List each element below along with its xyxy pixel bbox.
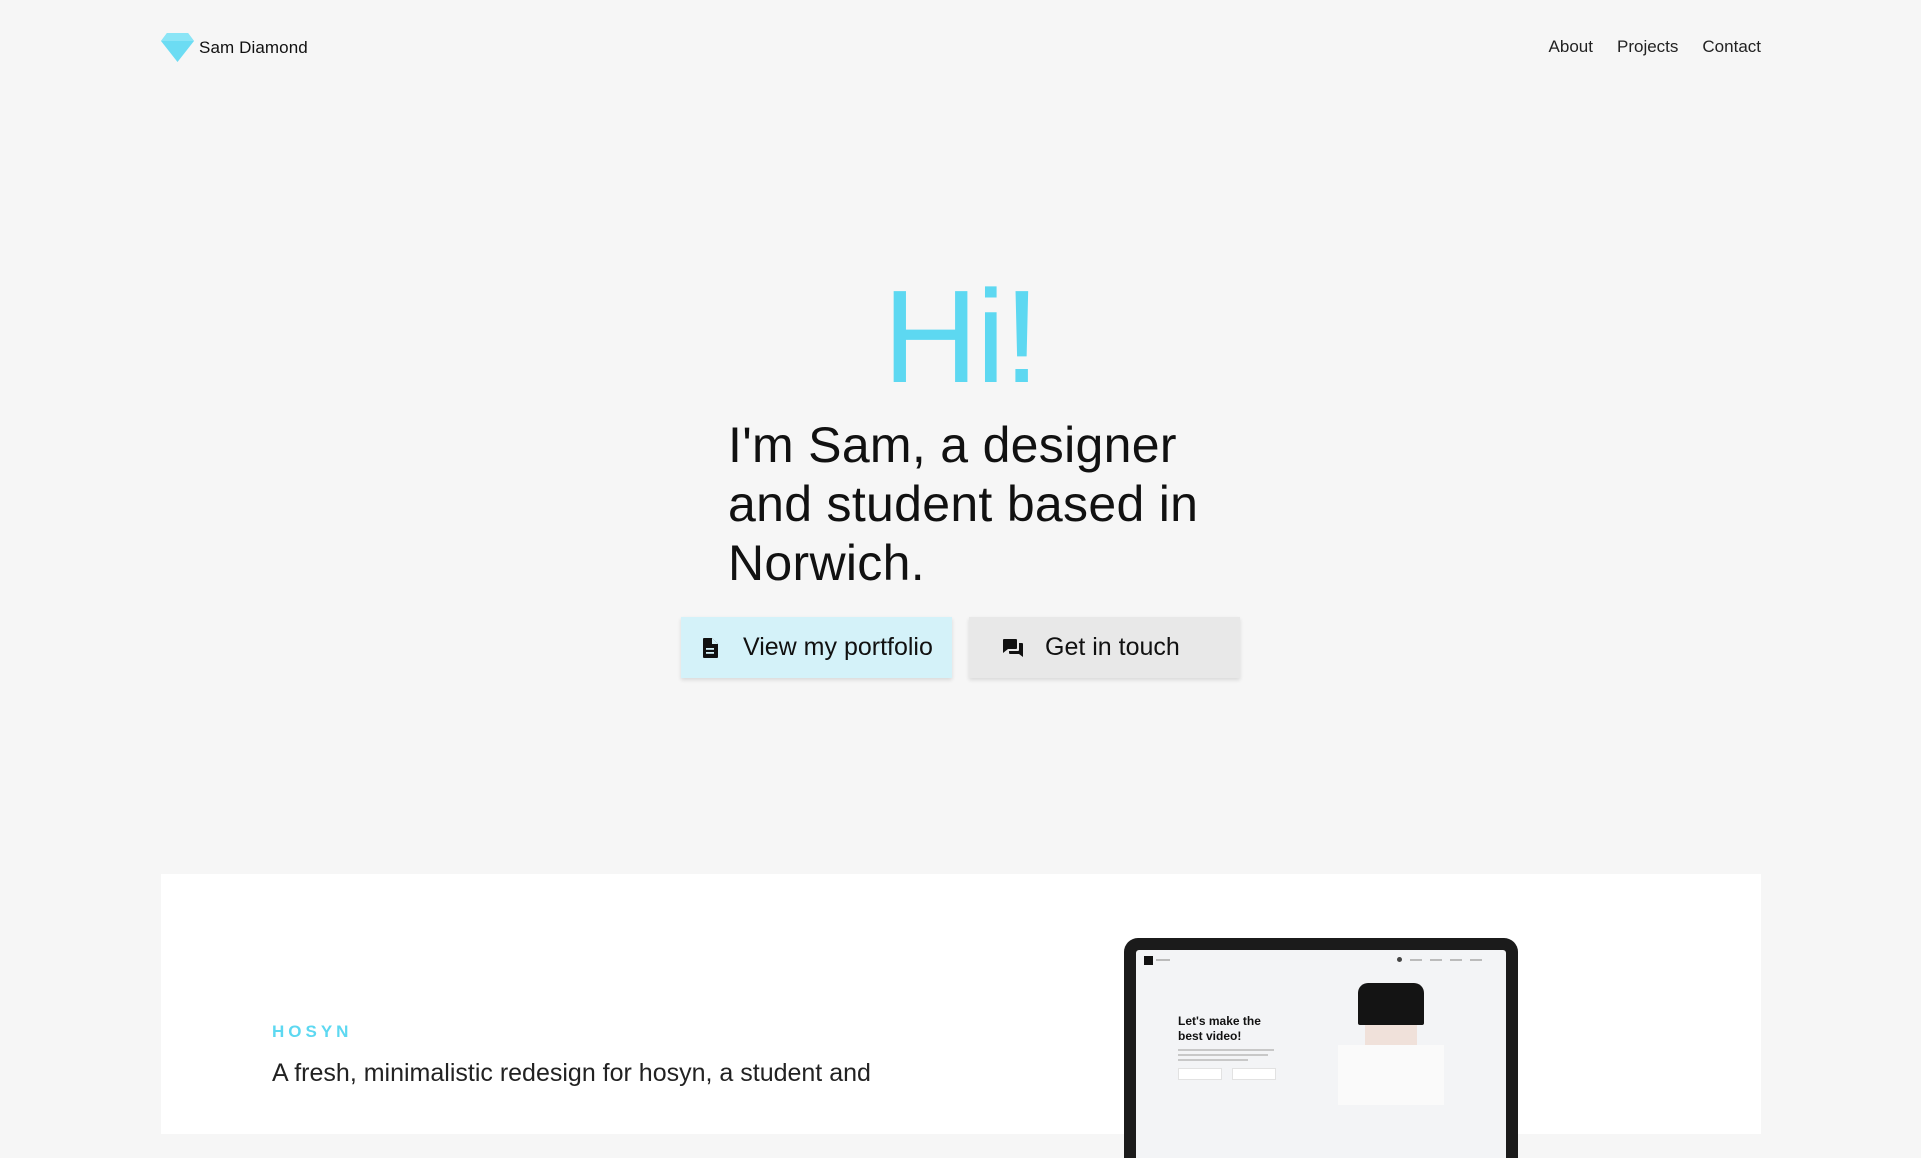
brand-name: Sam Diamond <box>199 38 308 57</box>
chat-icon <box>1003 638 1023 657</box>
get-in-touch-label: Get in touch <box>1045 633 1180 661</box>
nav-contact[interactable]: Contact <box>1702 37 1761 57</box>
view-portfolio-button[interactable]: View my portfolio <box>681 617 952 678</box>
hero-greeting: Hi! <box>882 263 1040 410</box>
mockup-button <box>1232 1068 1276 1080</box>
mockup-text-line <box>1178 1049 1274 1051</box>
mockup-buttons <box>1178 1068 1276 1080</box>
mockup-nav <box>1397 957 1482 962</box>
mockup-avatar-image <box>1338 983 1444 1105</box>
mockup-nav-item <box>1410 958 1422 961</box>
avatar-hair <box>1358 983 1424 1025</box>
view-portfolio-label: View my portfolio <box>743 633 933 661</box>
project-description: A fresh, minimalistic redesign for hosyn… <box>272 1059 871 1087</box>
mockup-logo-icon <box>1144 956 1153 965</box>
mockup-button <box>1178 1068 1222 1080</box>
document-icon <box>703 637 718 658</box>
nav-about[interactable]: About <box>1549 37 1593 57</box>
hero-intro: I'm Sam, a designer and student based in… <box>728 417 1199 591</box>
project-tag: HOSYN <box>272 1022 353 1041</box>
hero-actions: View my portfolio Get in touch <box>681 617 1240 678</box>
get-in-touch-button[interactable]: Get in touch <box>969 617 1240 678</box>
mockup-nav-item <box>1450 958 1462 961</box>
mockup-text-line <box>1178 1054 1268 1056</box>
site-header: Sam Diamond About Projects Contact <box>0 0 1921 96</box>
diamond-icon <box>161 33 194 62</box>
mockup-screen: Let's make the best video! <box>1136 950 1506 1158</box>
moon-icon <box>1397 957 1402 962</box>
avatar-body <box>1338 1045 1444 1105</box>
mockup-text-lines <box>1178 1049 1274 1064</box>
nav-projects[interactable]: Projects <box>1617 37 1678 57</box>
avatar-face <box>1365 1025 1417 1045</box>
brand-link[interactable]: Sam Diamond <box>160 32 308 63</box>
mockup-nav-item <box>1470 958 1482 961</box>
project-card: HOSYN A fresh, minimalistic redesign for… <box>161 874 1761 1158</box>
mockup-logo-text <box>1156 959 1170 961</box>
main-nav: About Projects Contact <box>1549 37 1761 57</box>
mockup-nav-item <box>1430 958 1442 961</box>
laptop-mockup: Let's make the best video! <box>1124 938 1518 1158</box>
mockup-text-line <box>1178 1059 1248 1061</box>
mockup-heading: Let's make the best video! <box>1178 1014 1261 1043</box>
